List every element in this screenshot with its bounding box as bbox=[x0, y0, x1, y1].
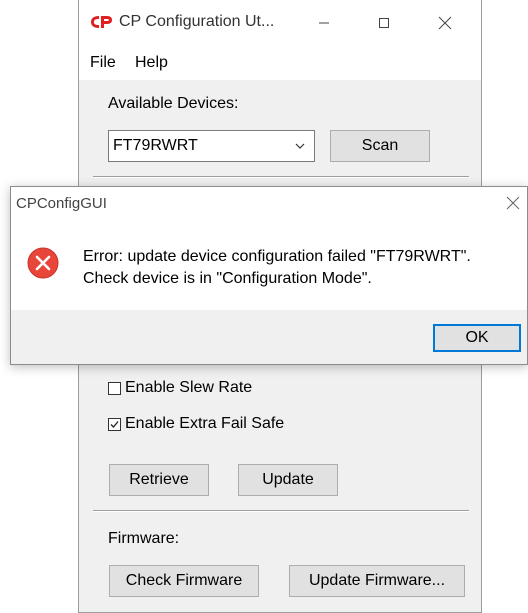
error-icon bbox=[27, 247, 59, 279]
firmware-label: Firmware: bbox=[108, 530, 180, 547]
extra-fail-safe-label: Enable Extra Fail Safe bbox=[125, 415, 285, 432]
maximize-icon bbox=[379, 18, 389, 28]
dialog-body: Error: update device configuration faile… bbox=[11, 220, 527, 310]
slew-rate-checkbox[interactable] bbox=[108, 381, 121, 395]
cp-logo-icon bbox=[91, 16, 112, 28]
update-button[interactable]: Update bbox=[238, 464, 338, 496]
ok-button[interactable]: OK bbox=[433, 324, 521, 352]
chevron-down-icon bbox=[295, 143, 305, 149]
menu-help[interactable]: Help bbox=[135, 54, 168, 72]
slew-rate-label: Enable Slew Rate bbox=[125, 379, 253, 396]
extra-fail-safe-checkbox[interactable] bbox=[108, 417, 121, 431]
menu-file[interactable]: File bbox=[90, 54, 116, 72]
available-devices-label: Available Devices: bbox=[108, 95, 239, 112]
dialog-title: CPConfigGUI bbox=[16, 195, 107, 212]
close-icon bbox=[438, 16, 452, 30]
device-select[interactable]: FT79RWRT bbox=[108, 130, 315, 162]
error-dialog: CPConfigGUI Error: update device configu… bbox=[10, 186, 528, 365]
update-firmware-button[interactable]: Update Firmware... bbox=[289, 565, 465, 597]
extra-fail-safe-checkbox-row[interactable]: Enable Extra Fail Safe bbox=[108, 414, 284, 434]
window-title: CP Configuration Ut... bbox=[119, 13, 275, 30]
retrieve-button[interactable]: Retrieve bbox=[109, 464, 209, 496]
device-select-value: FT79RWRT bbox=[113, 137, 198, 154]
check-firmware-button[interactable]: Check Firmware bbox=[109, 565, 259, 597]
titlebar[interactable]: CP Configuration Ut... bbox=[79, 0, 481, 47]
scan-button[interactable]: Scan bbox=[330, 130, 430, 162]
error-message-line2: Check device is in "Configuration Mode". bbox=[83, 270, 372, 287]
error-message-line1: Error: update device configuration faile… bbox=[83, 248, 471, 265]
checkmark-icon bbox=[110, 420, 119, 428]
minimize-button[interactable] bbox=[301, 8, 347, 38]
dialog-footer: OK bbox=[11, 310, 527, 364]
slew-rate-checkbox-row[interactable]: Enable Slew Rate bbox=[108, 378, 252, 398]
menubar: File Help bbox=[79, 46, 481, 80]
divider bbox=[93, 176, 469, 178]
minimize-icon bbox=[319, 22, 329, 24]
close-button[interactable] bbox=[422, 8, 468, 38]
close-icon[interactable] bbox=[505, 195, 521, 211]
maximize-button[interactable] bbox=[361, 8, 407, 38]
divider bbox=[93, 510, 469, 512]
